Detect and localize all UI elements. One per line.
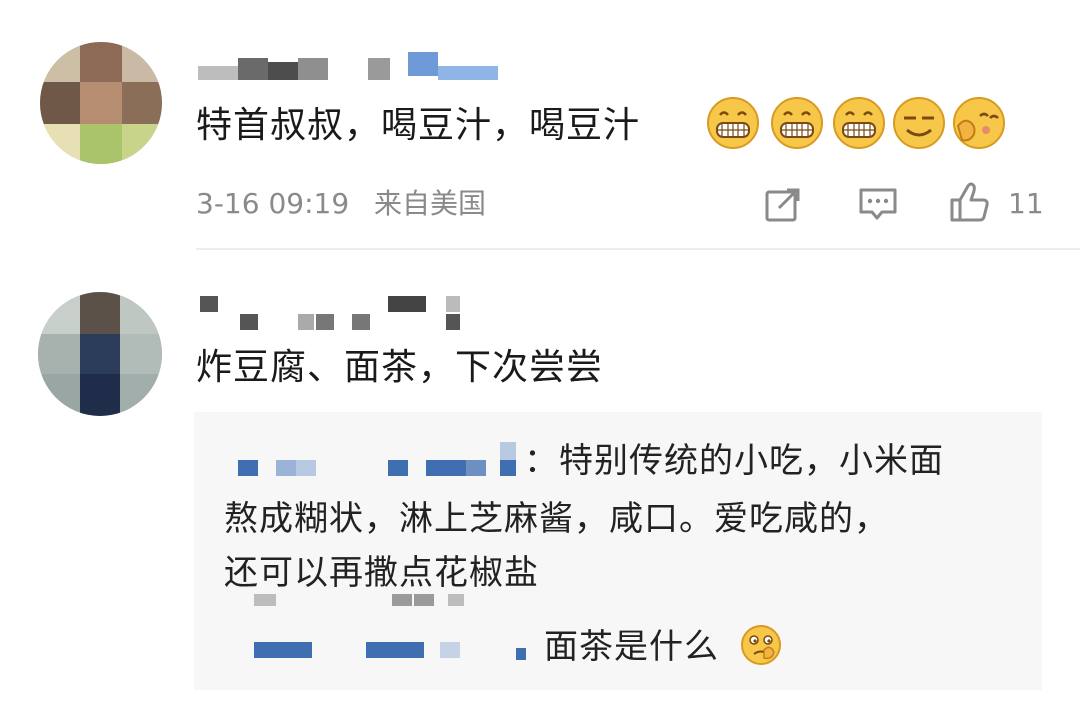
comment-item: 特首叔叔，喝豆汁，喝豆汁 3-16 09:19 来自美国 11 — [0, 0, 1080, 250]
emoji-row — [706, 96, 1006, 152]
username-censored[interactable] — [200, 294, 470, 334]
like-count: 11 — [1008, 187, 1044, 220]
shy-emoji — [953, 97, 1005, 149]
grin-emoji — [833, 97, 885, 149]
grin-emoji — [707, 97, 759, 149]
reply-text-line: 面茶是什么 — [544, 627, 719, 667]
comment-source: 来自美国 — [374, 187, 487, 220]
grin-emoji — [771, 97, 823, 149]
reply-username-censored[interactable] — [238, 438, 538, 478]
like-icon[interactable] — [948, 180, 992, 224]
reply-item: 面茶是什么 — [194, 612, 1042, 682]
username-censored[interactable] — [198, 48, 508, 86]
comment-time: 3-16 09:19 — [196, 187, 350, 220]
comment-text: 特首叔叔，喝豆汁，喝豆汁 — [196, 105, 641, 146]
reply-username-censored[interactable] — [254, 634, 534, 664]
thinking-emoji — [741, 625, 781, 665]
reply-text-line: ：特别传统的小吃，小米面 — [524, 441, 944, 481]
comment-item: 炸豆腐、面茶，下次尝尝 ：特别传统的小吃，小米面 熬成糊状，淋上芝麻酱，咸口。爱… — [0, 250, 1080, 705]
share-icon[interactable] — [764, 186, 802, 224]
avatar[interactable] — [40, 42, 162, 164]
comment-text: 炸豆腐、面茶，下次尝尝 — [196, 347, 604, 388]
reply-text-line: 熬成糊状，淋上芝麻酱，咸口。爱吃咸的， — [224, 499, 889, 539]
smirk-emoji — [893, 97, 945, 149]
avatar[interactable] — [38, 292, 162, 416]
comment-icon[interactable] — [858, 186, 898, 224]
reply-box[interactable]: ：特别传统的小吃，小米面 熬成糊状，淋上芝麻酱，咸口。爱吃咸的， 还可以再撒点花… — [194, 412, 1042, 690]
censor-strip — [224, 590, 464, 610]
reply-item: ：特别传统的小吃，小米面 熬成糊状，淋上芝麻酱，咸口。爱吃咸的， 还可以再撒点花… — [194, 412, 1042, 602]
